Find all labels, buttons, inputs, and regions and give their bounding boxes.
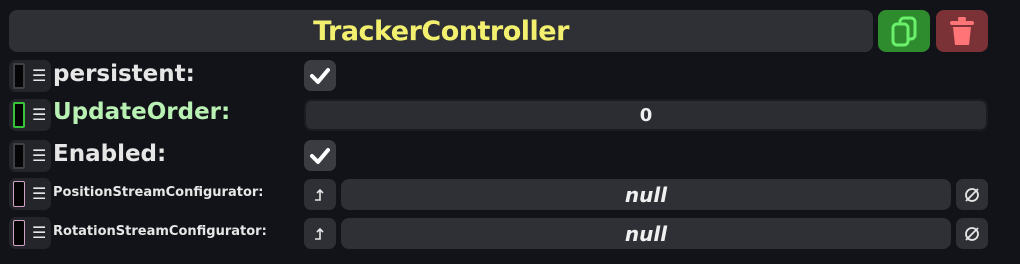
component-title: TrackerController	[313, 15, 569, 47]
arrow-up-right-icon	[315, 227, 324, 240]
menu-icon[interactable]: ☰	[32, 148, 46, 164]
persistent-checkbox[interactable]	[304, 60, 336, 91]
enabled-checkbox[interactable]	[304, 140, 336, 171]
menu-icon[interactable]: ☰	[32, 107, 46, 123]
field-label: RotationStreamConfigurator:	[53, 224, 267, 239]
rotation-stream-reference-field[interactable]: null	[341, 218, 951, 249]
field-drag-handle[interactable]: ☰	[9, 140, 51, 172]
field-label: UpdateOrder:	[53, 99, 231, 125]
update-order-input[interactable]: 0	[304, 99, 988, 131]
field-row-position-stream-configurator: ☰ PositionStreamConfigurator: null	[0, 178, 1020, 210]
menu-icon[interactable]: ☰	[32, 186, 46, 202]
field-type-indicator	[13, 63, 25, 89]
field-row-enabled: ☰ Enabled:	[0, 140, 1020, 172]
clear-reference-button[interactable]	[956, 218, 988, 249]
field-drag-handle[interactable]: ☰	[9, 99, 51, 131]
field-type-indicator	[13, 220, 25, 246]
field-row-updateorder: ☰ UpdateOrder: 0	[0, 98, 1020, 132]
clear-reference-button[interactable]	[956, 179, 988, 210]
field-drag-handle[interactable]: ☰	[9, 217, 51, 249]
delete-button[interactable]	[936, 10, 988, 52]
position-stream-reference-field[interactable]: null	[341, 179, 951, 210]
field-row-rotation-stream-configurator: ☰ RotationStreamConfigurator: null	[0, 217, 1020, 249]
jump-to-reference-button[interactable]	[304, 179, 336, 210]
field-type-indicator	[13, 181, 25, 207]
menu-icon[interactable]: ☰	[32, 68, 46, 84]
duplicate-button[interactable]	[878, 10, 930, 52]
field-type-indicator	[13, 102, 25, 128]
field-drag-handle[interactable]: ☰	[9, 60, 51, 92]
arrow-up-right-icon	[315, 188, 324, 201]
null-icon	[965, 187, 979, 202]
field-label: persistent:	[53, 61, 195, 87]
component-header: TrackerController	[9, 10, 873, 52]
copy-icon	[891, 16, 917, 47]
trash-icon	[950, 17, 974, 45]
field-drag-handle[interactable]: ☰	[9, 178, 51, 210]
field-type-indicator	[13, 143, 25, 169]
checkmark-icon	[310, 147, 330, 164]
null-icon	[965, 226, 979, 241]
field-row-persistent: ☰ persistent:	[0, 60, 1020, 92]
field-label: Enabled:	[53, 141, 167, 167]
menu-icon[interactable]: ☰	[32, 225, 46, 241]
checkmark-icon	[310, 67, 330, 84]
field-label: PositionStreamConfigurator:	[53, 185, 264, 200]
jump-to-reference-button[interactable]	[304, 218, 336, 249]
